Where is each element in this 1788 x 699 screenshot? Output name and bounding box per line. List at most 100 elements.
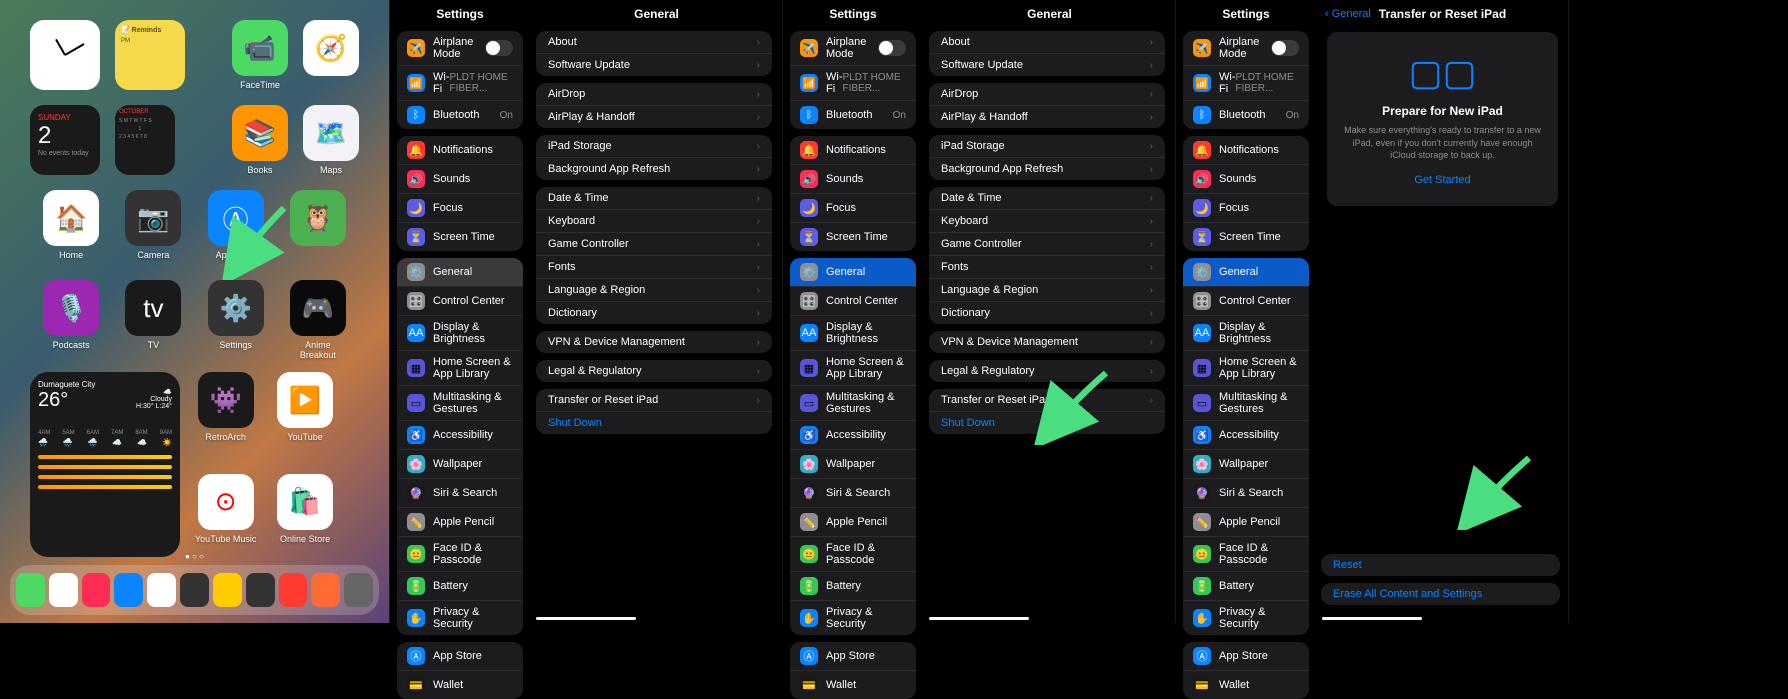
dock-messages[interactable] <box>16 573 45 607</box>
app-facetime[interactable]: 📹FaceTime <box>232 20 288 90</box>
sidebar-battery[interactable]: 🔋Battery <box>397 572 523 601</box>
row-software[interactable]: Software Update› <box>536 54 772 76</box>
row-airplay[interactable]: AirPlay & Handoff› <box>929 106 1165 128</box>
app-camera[interactable]: 📷Camera <box>122 190 184 260</box>
sidebar-airplane[interactable]: ✈️Airplane Mode <box>1183 31 1309 66</box>
sidebar-faceid[interactable]: 😐Face ID & Passcode <box>397 537 523 572</box>
sidebar-bluetooth[interactable]: ᛒBluetoothOn <box>1183 101 1309 129</box>
sidebar-siri[interactable]: 🔮Siri & Search <box>790 479 916 508</box>
sidebar-wifi[interactable]: 📶Wi-FiPLDT HOME FIBER... <box>397 66 523 101</box>
sidebar-display[interactable]: AADisplay & Brightness <box>790 316 916 351</box>
sidebar-multitasking[interactable]: ▭Multitasking & Gestures <box>397 386 523 421</box>
sidebar-accessibility[interactable]: ♿Accessibility <box>790 421 916 450</box>
row-shutdown[interactable]: Shut Down <box>929 412 1165 434</box>
sidebar-homescreen[interactable]: ▦Home Screen & App Library <box>397 351 523 386</box>
clock-widget[interactable] <box>30 20 100 90</box>
notes-widget[interactable]: 📝 Reminds PM <box>115 20 185 90</box>
sidebar-screentime[interactable]: ⏳Screen Time <box>397 223 523 251</box>
sidebar-pencil[interactable]: ✏️Apple Pencil <box>790 508 916 537</box>
sidebar-accessibility[interactable]: ♿Accessibility <box>1183 421 1309 450</box>
sidebar-general[interactable]: ⚙️General <box>397 258 523 287</box>
sidebar-privacy[interactable]: ✋Privacy & Security <box>790 601 916 635</box>
sidebar-bluetooth[interactable]: ᛒBluetoothOn <box>397 101 523 129</box>
app-anime[interactable]: 🎮Anime Breakout <box>287 280 349 360</box>
dock-folder2[interactable] <box>344 573 373 607</box>
dock-mail[interactable] <box>114 573 143 607</box>
sidebar-focus[interactable]: 🌙Focus <box>1183 194 1309 223</box>
row-datetime[interactable]: Date & Time› <box>536 187 772 210</box>
row-transfer[interactable]: Transfer or Reset iPad› <box>929 389 1165 412</box>
sidebar-pencil[interactable]: ✏️Apple Pencil <box>397 508 523 537</box>
dock-app1[interactable] <box>279 573 308 607</box>
row-vpn[interactable]: VPN & Device Management› <box>929 331 1165 353</box>
sidebar-sounds[interactable]: 🔊Sounds <box>397 165 523 194</box>
app-tv[interactable]: tvTV <box>122 280 184 360</box>
sidebar-screentime[interactable]: ⏳Screen Time <box>1183 223 1309 251</box>
row-transfer[interactable]: Transfer or Reset iPad› <box>536 389 772 412</box>
app-home[interactable]: 🏠Home <box>40 190 102 260</box>
sidebar-general[interactable]: ⚙️General <box>790 258 916 287</box>
sidebar-faceid[interactable]: 😐Face ID & Passcode <box>1183 537 1309 572</box>
row-airplay[interactable]: AirPlay & Handoff› <box>536 106 772 128</box>
row-shutdown[interactable]: Shut Down <box>536 412 772 434</box>
row-fonts[interactable]: Fonts› <box>536 256 772 279</box>
sidebar-wallet[interactable]: 💳Wallet <box>1183 671 1309 699</box>
sidebar-wifi[interactable]: 📶Wi-FiPLDT HOME FIBER... <box>1183 66 1309 101</box>
sidebar-notifications[interactable]: 🔔Notifications <box>790 136 916 165</box>
app-safari[interactable]: 🧭 <box>303 20 359 90</box>
row-legal[interactable]: Legal & Regulatory› <box>536 360 772 382</box>
row-airdrop[interactable]: AirDrop› <box>929 83 1165 106</box>
app-onlinestore[interactable]: 🛍️Online Store <box>274 474 335 558</box>
row-about[interactable]: About› <box>929 31 1165 54</box>
row-keyboard[interactable]: Keyboard› <box>929 210 1165 233</box>
dock-settings[interactable] <box>246 573 275 607</box>
calendar-month-widget[interactable]: OCTOBER S M T W T F S 12 3 4 5 6 7 8 <box>115 105 175 175</box>
app-maps[interactable]: 🗺️Maps <box>303 105 359 175</box>
row-bgrefresh[interactable]: Background App Refresh› <box>929 158 1165 180</box>
sidebar-wallpaper[interactable]: 🌸Wallpaper <box>397 450 523 479</box>
sidebar-privacy[interactable]: ✋Privacy & Security <box>1183 601 1309 635</box>
sidebar-wallpaper[interactable]: 🌸Wallpaper <box>790 450 916 479</box>
row-dictionary[interactable]: Dictionary› <box>929 302 1165 324</box>
sidebar-wallet[interactable]: 💳Wallet <box>790 671 916 699</box>
dock-app2[interactable] <box>311 573 340 607</box>
sidebar-pencil[interactable]: ✏️Apple Pencil <box>1183 508 1309 537</box>
sidebar-screentime[interactable]: ⏳Screen Time <box>790 223 916 251</box>
calendar-widget[interactable]: SUNDAY 2 No events today <box>30 105 100 175</box>
sidebar-multitasking[interactable]: ▭Multitasking & Gestures <box>1183 386 1309 421</box>
sidebar-airplane[interactable]: ✈️Airplane Mode <box>397 31 523 66</box>
row-gamecontroller[interactable]: Game Controller› <box>929 233 1165 256</box>
sidebar-appstore[interactable]: ⒶApp Store <box>1183 642 1309 671</box>
sidebar-appstore[interactable]: ⒶApp Store <box>790 642 916 671</box>
app-settings[interactable]: ⚙️Settings <box>205 280 267 360</box>
row-datetime[interactable]: Date & Time› <box>929 187 1165 210</box>
app-ytmusic[interactable]: ⊙YouTube Music <box>195 474 256 558</box>
sidebar-faceid[interactable]: 😐Face ID & Passcode <box>790 537 916 572</box>
app-books[interactable]: 📚Books <box>232 105 288 175</box>
sidebar-display[interactable]: AADisplay & Brightness <box>1183 316 1309 351</box>
sidebar-controlcenter[interactable]: 🎛️Control Center <box>1183 287 1309 316</box>
row-language[interactable]: Language & Region› <box>929 279 1165 302</box>
sidebar-controlcenter[interactable]: 🎛️Control Center <box>790 287 916 316</box>
sidebar-notifications[interactable]: 🔔Notifications <box>397 136 523 165</box>
sidebar-multitasking[interactable]: ▭Multitasking & Gestures <box>790 386 916 421</box>
sidebar-homescreen[interactable]: ▦Home Screen & App Library <box>790 351 916 386</box>
sidebar-wallpaper[interactable]: 🌸Wallpaper <box>1183 450 1309 479</box>
sidebar-airplane[interactable]: ✈️Airplane Mode <box>790 31 916 66</box>
sidebar-wifi[interactable]: 📶Wi-FiPLDT HOME FIBER... <box>790 66 916 101</box>
row-about[interactable]: About› <box>536 31 772 54</box>
sidebar-focus[interactable]: 🌙Focus <box>397 194 523 223</box>
weather-widget[interactable]: Dumaguete City 26° ☁️CloudyH:30° L:24° 4… <box>30 372 180 557</box>
row-bgrefresh[interactable]: Background App Refresh› <box>536 158 772 180</box>
app-youtube[interactable]: ▶️YouTube <box>274 372 335 456</box>
row-erase-all[interactable]: Erase All Content and Settings <box>1321 583 1560 605</box>
get-started-button[interactable]: Get Started <box>1339 174 1546 186</box>
sidebar-controlcenter[interactable]: 🎛️Control Center <box>397 287 523 316</box>
sidebar-display[interactable]: AADisplay & Brightness <box>397 316 523 351</box>
sidebar-focus[interactable]: 🌙Focus <box>790 194 916 223</box>
sidebar-battery[interactable]: 🔋Battery <box>790 572 916 601</box>
sidebar-siri[interactable]: 🔮Siri & Search <box>397 479 523 508</box>
row-airdrop[interactable]: AirDrop› <box>536 83 772 106</box>
sidebar-appstore[interactable]: ⒶApp Store <box>397 642 523 671</box>
app-appstore[interactable]: ⒶApp Store <box>205 190 267 260</box>
